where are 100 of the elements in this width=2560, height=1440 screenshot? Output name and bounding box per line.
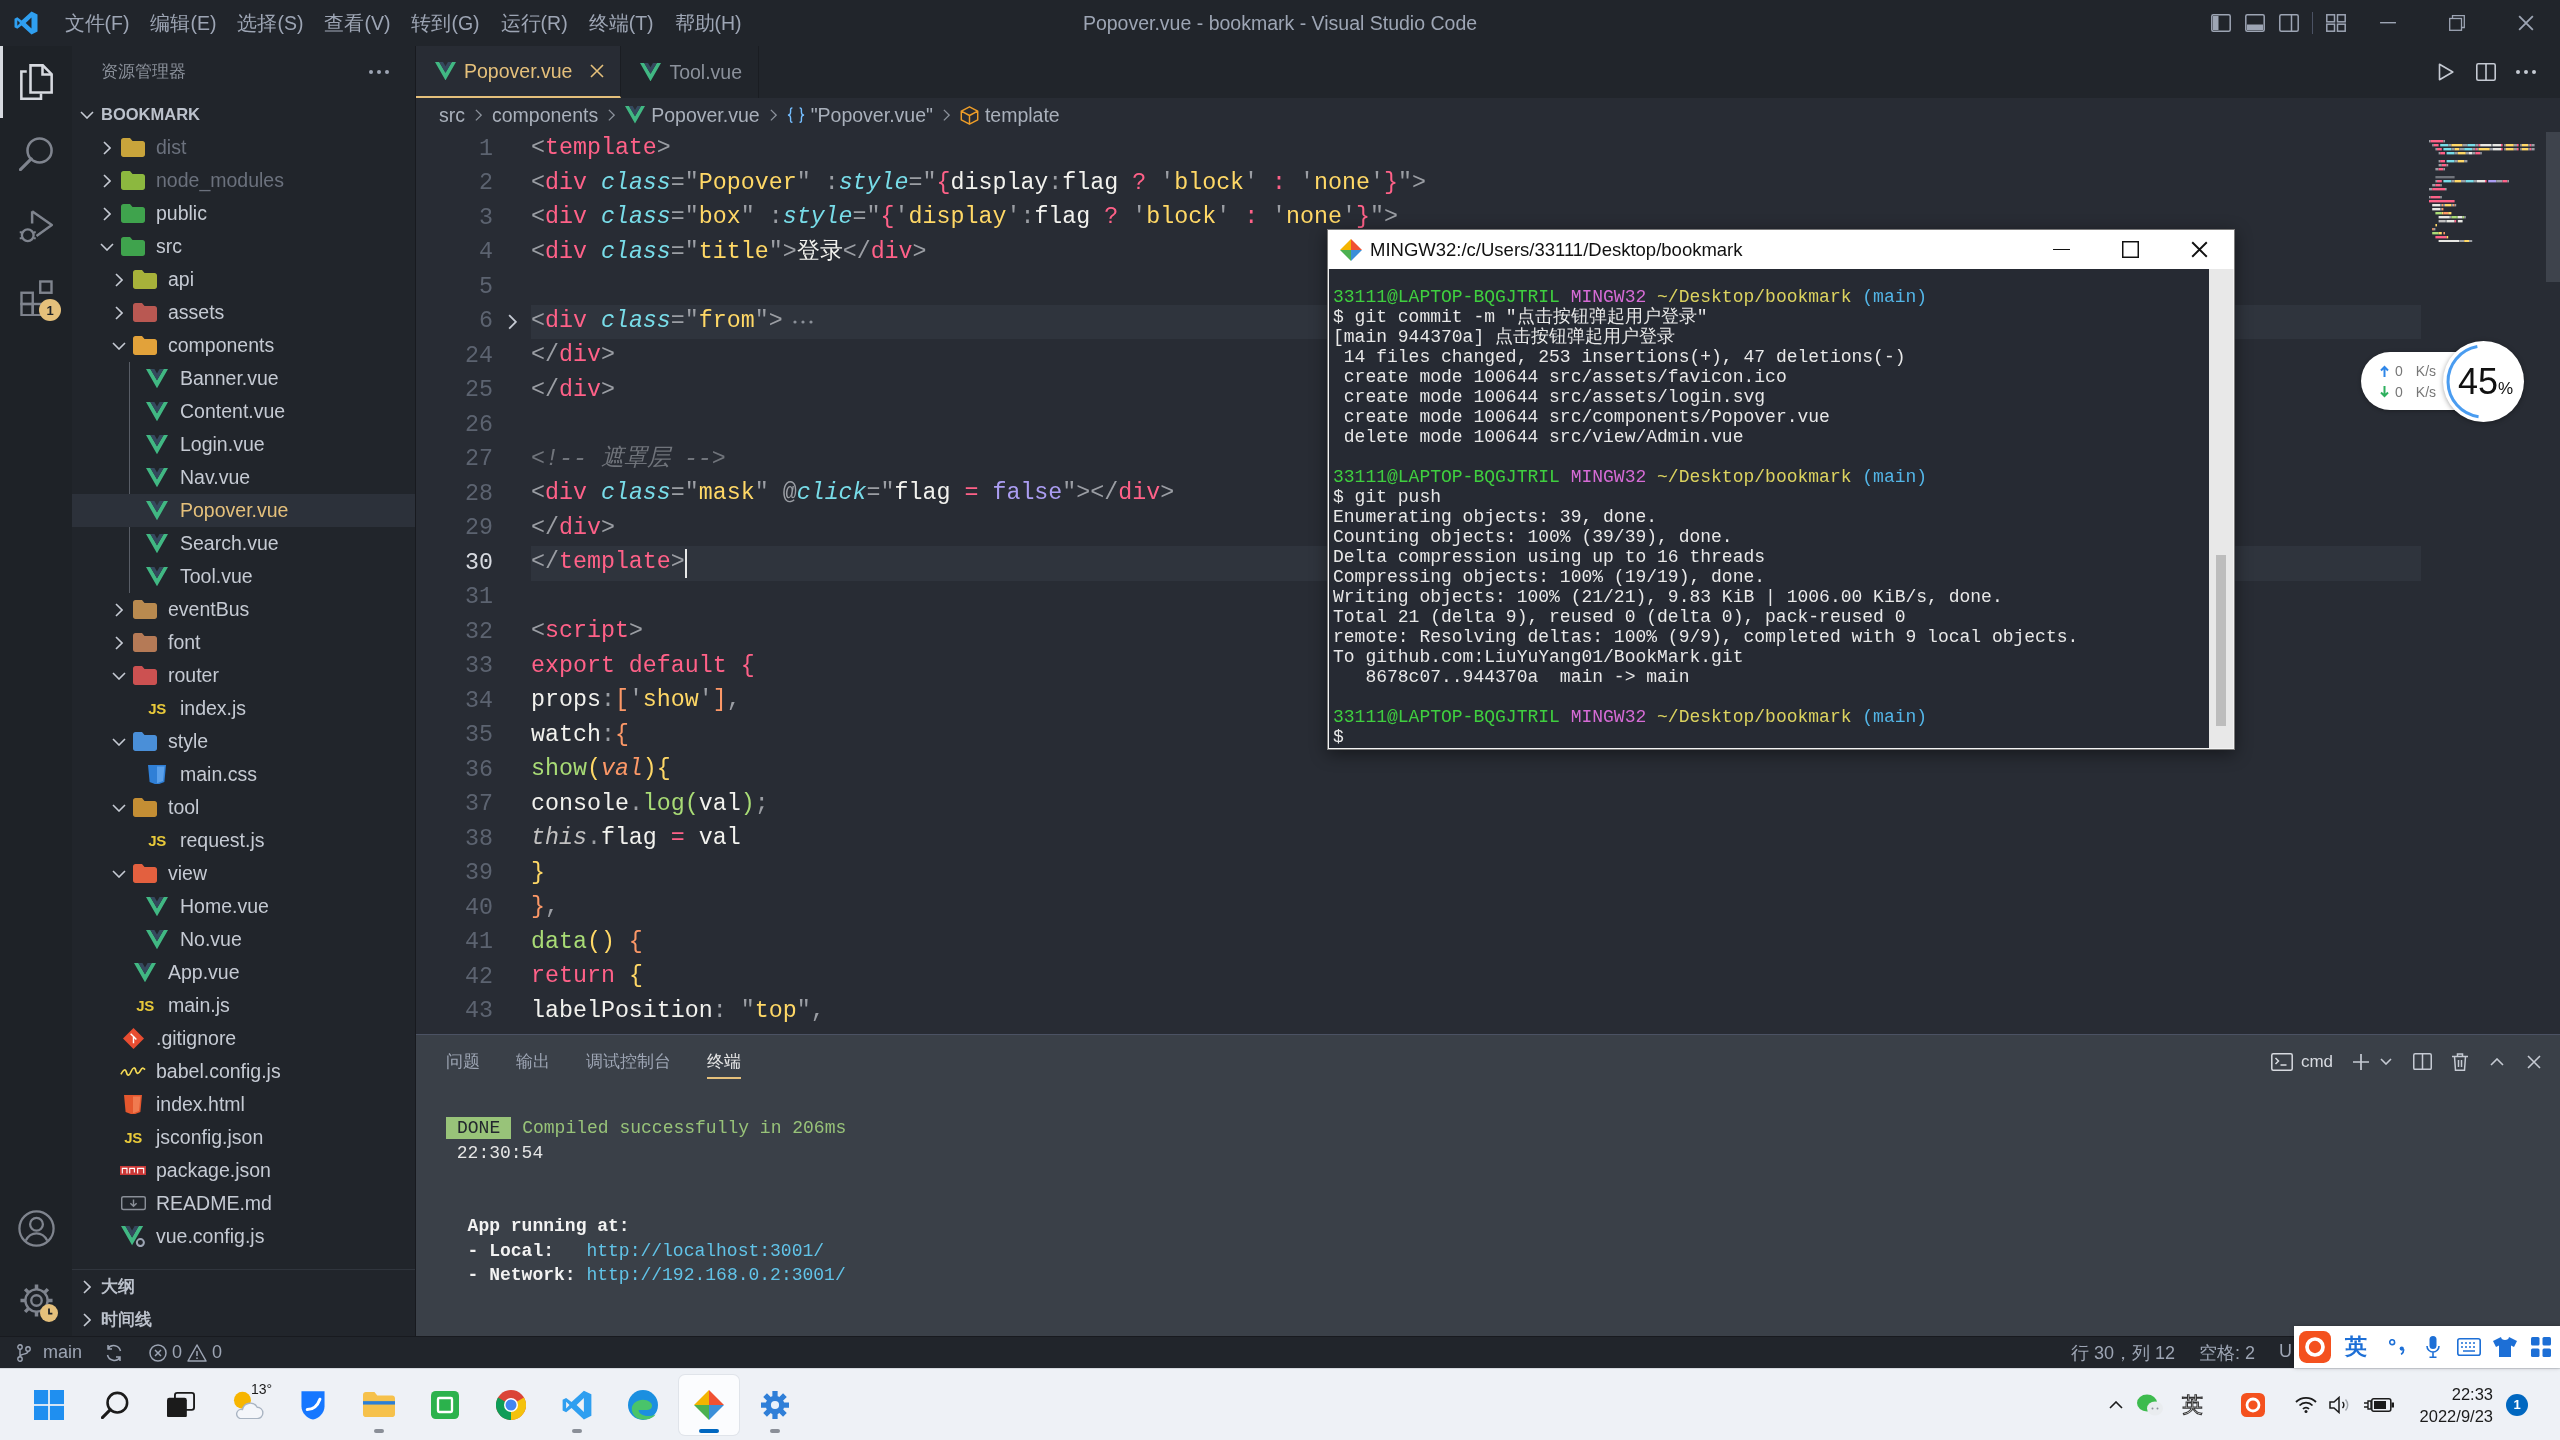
speaker-icon[interactable]	[2328, 1395, 2351, 1414]
clock-date[interactable]: 2022/9/23	[2419, 1404, 2493, 1427]
clock-time[interactable]: 22:33	[2451, 1382, 2493, 1405]
tree-item[interactable]: src	[96, 230, 182, 263]
warning-count[interactable]: 0	[212, 1342, 223, 1363]
tree-item[interactable]: Nav.vue	[142, 461, 251, 494]
restore-icon[interactable]	[2448, 15, 2465, 31]
editor-tab[interactable]: Popover.vue	[416, 46, 622, 98]
scrollbar-track[interactable]	[2209, 269, 2233, 748]
tree-item[interactable]: vue.config.js	[118, 1220, 265, 1253]
split-editor-icon[interactable]	[2476, 63, 2496, 81]
terminal-link[interactable]: http://localhost:3001/	[586, 1240, 825, 1261]
cursor-position[interactable]: 行 30，列 12	[2070, 1340, 2175, 1365]
keyboard-icon[interactable]	[2457, 1338, 2481, 1356]
encoding-status[interactable]: U	[2279, 1340, 2292, 1365]
trash-icon[interactable]	[2451, 1052, 2468, 1071]
panel-tab[interactable]: 调试控制台	[586, 1044, 671, 1079]
tree-item[interactable]: assets	[108, 296, 225, 329]
grid-icon[interactable]	[2531, 1337, 2551, 1357]
scrollbar-thumb[interactable]	[2546, 132, 2560, 282]
tree-item[interactable]: Login.vue	[142, 428, 265, 461]
panel-tab[interactable]: 输出	[516, 1044, 550, 1079]
tree-item[interactable]: JS main.js	[130, 989, 230, 1022]
logo-icon[interactable]	[2299, 1331, 2331, 1363]
input-method-indicator[interactable]: 英	[2181, 1390, 2203, 1419]
breadcrumb-item[interactable]: Popover.vue	[625, 103, 760, 127]
tree-item[interactable]: router	[108, 659, 219, 692]
split-icon[interactable]	[2413, 1052, 2432, 1071]
menu-item[interactable]: 终端(T)	[578, 5, 665, 41]
weather-widget[interactable]: 13°	[217, 1374, 277, 1435]
section-header[interactable]: 大纲	[76, 1270, 135, 1303]
indentation-status[interactable]: 空格: 2	[2199, 1340, 2255, 1365]
tree-item[interactable]: view	[108, 857, 207, 890]
warning-icon[interactable]	[187, 1343, 208, 1362]
menu-item[interactable]: 运行(R)	[490, 5, 579, 41]
notification-badge[interactable]: 1	[2506, 1393, 2528, 1416]
maximize-icon[interactable]	[2122, 241, 2139, 258]
tree-item[interactable]: Popover.vue	[72, 494, 415, 527]
folder-header[interactable]: BOOKMARK	[76, 98, 200, 131]
breadcrumb-item[interactable]: components	[492, 103, 599, 127]
error-count[interactable]: 0	[172, 1342, 183, 1363]
tree-item[interactable]: api	[108, 263, 195, 296]
minimize-icon[interactable]	[2379, 22, 2396, 24]
battery-icon[interactable]	[2363, 1396, 2394, 1413]
scrollbar-thumb[interactable]	[2216, 555, 2226, 726]
input-mode-toggle[interactable]: 英	[2345, 1332, 2367, 1362]
bottom-pane-layout-icon[interactable]	[2245, 14, 2265, 32]
tree-item[interactable]: babel.config.js	[118, 1055, 281, 1088]
breadcrumb-item[interactable]: "Popover.vue"	[786, 103, 933, 127]
error-icon[interactable]	[149, 1343, 167, 1362]
menu-item[interactable]: 查看(V)	[313, 5, 401, 41]
menu-item[interactable]: 帮助(H)	[664, 5, 753, 41]
panel-tab[interactable]: 终端	[707, 1044, 741, 1079]
extensions-button[interactable]: 1	[0, 262, 72, 334]
sync-icon[interactable]	[105, 1343, 123, 1362]
close-icon[interactable]	[2191, 241, 2208, 258]
left-pane-layout-icon[interactable]	[2211, 14, 2231, 32]
tree-item[interactable]: Search.vue	[142, 527, 279, 560]
ellipsis-icon[interactable]	[792, 319, 813, 324]
logo-icon[interactable]	[2240, 1392, 2265, 1417]
caret-down-icon[interactable]	[2380, 1058, 2392, 1065]
chevron-right-icon[interactable]	[507, 313, 517, 330]
tree-item[interactable]: font	[108, 626, 201, 659]
tree-item[interactable]: App.vue	[130, 956, 240, 989]
panel-tab[interactable]: 问题	[446, 1044, 480, 1079]
tree-item[interactable]: JS request.js	[142, 824, 265, 857]
tree-item[interactable]: No.vue	[142, 923, 242, 956]
menu-item[interactable]: 选择(S)	[226, 5, 314, 41]
terminal-selector[interactable]: cmd	[2270, 1051, 2333, 1072]
shirt-icon[interactable]	[2493, 1337, 2517, 1357]
play-icon[interactable]	[2438, 63, 2454, 81]
breadcrumb-item[interactable]: src	[439, 103, 465, 127]
wifi-icon[interactable]	[2294, 1396, 2317, 1413]
close-icon[interactable]	[2517, 15, 2534, 31]
tree-item[interactable]: components	[108, 329, 275, 362]
menu-item[interactable]: 文件(F)	[54, 5, 140, 41]
tree-item[interactable]: main.css	[142, 758, 257, 791]
tree-item[interactable]: JS jsconfig.json	[118, 1121, 264, 1154]
taskbar-app[interactable]	[679, 1374, 739, 1435]
tree-item[interactable]: public	[96, 197, 207, 230]
more-icon[interactable]	[369, 70, 389, 74]
tree-item[interactable]: eventBus	[108, 593, 250, 626]
tree-item[interactable]: Banner.vue	[142, 362, 279, 395]
section-header[interactable]: 时间线	[76, 1303, 152, 1336]
tree-item[interactable]: tool	[108, 791, 200, 824]
branch-status[interactable]: main	[17, 1342, 82, 1363]
terminal-link[interactable]: http://192.168.0.2:3001/	[586, 1265, 846, 1286]
tree-item[interactable]: package.json	[118, 1154, 271, 1187]
minimap[interactable]	[2429, 140, 2535, 243]
tree-item[interactable]: index.html	[118, 1088, 245, 1121]
tree-item[interactable]: JS index.js	[142, 692, 247, 725]
microphone-icon[interactable]	[2426, 1336, 2440, 1358]
tree-item[interactable]: README.md	[118, 1187, 272, 1220]
punctuation-icon[interactable]	[2388, 1339, 2406, 1355]
more-icon[interactable]	[2516, 70, 2536, 74]
menu-item[interactable]: 编辑(E)	[139, 5, 227, 41]
layout-grid-icon[interactable]	[2326, 14, 2346, 32]
breadcrumb-item[interactable]: template	[959, 103, 1060, 127]
tree-item[interactable]: style	[108, 725, 209, 758]
tree-item[interactable]: Tool.vue	[142, 560, 253, 593]
